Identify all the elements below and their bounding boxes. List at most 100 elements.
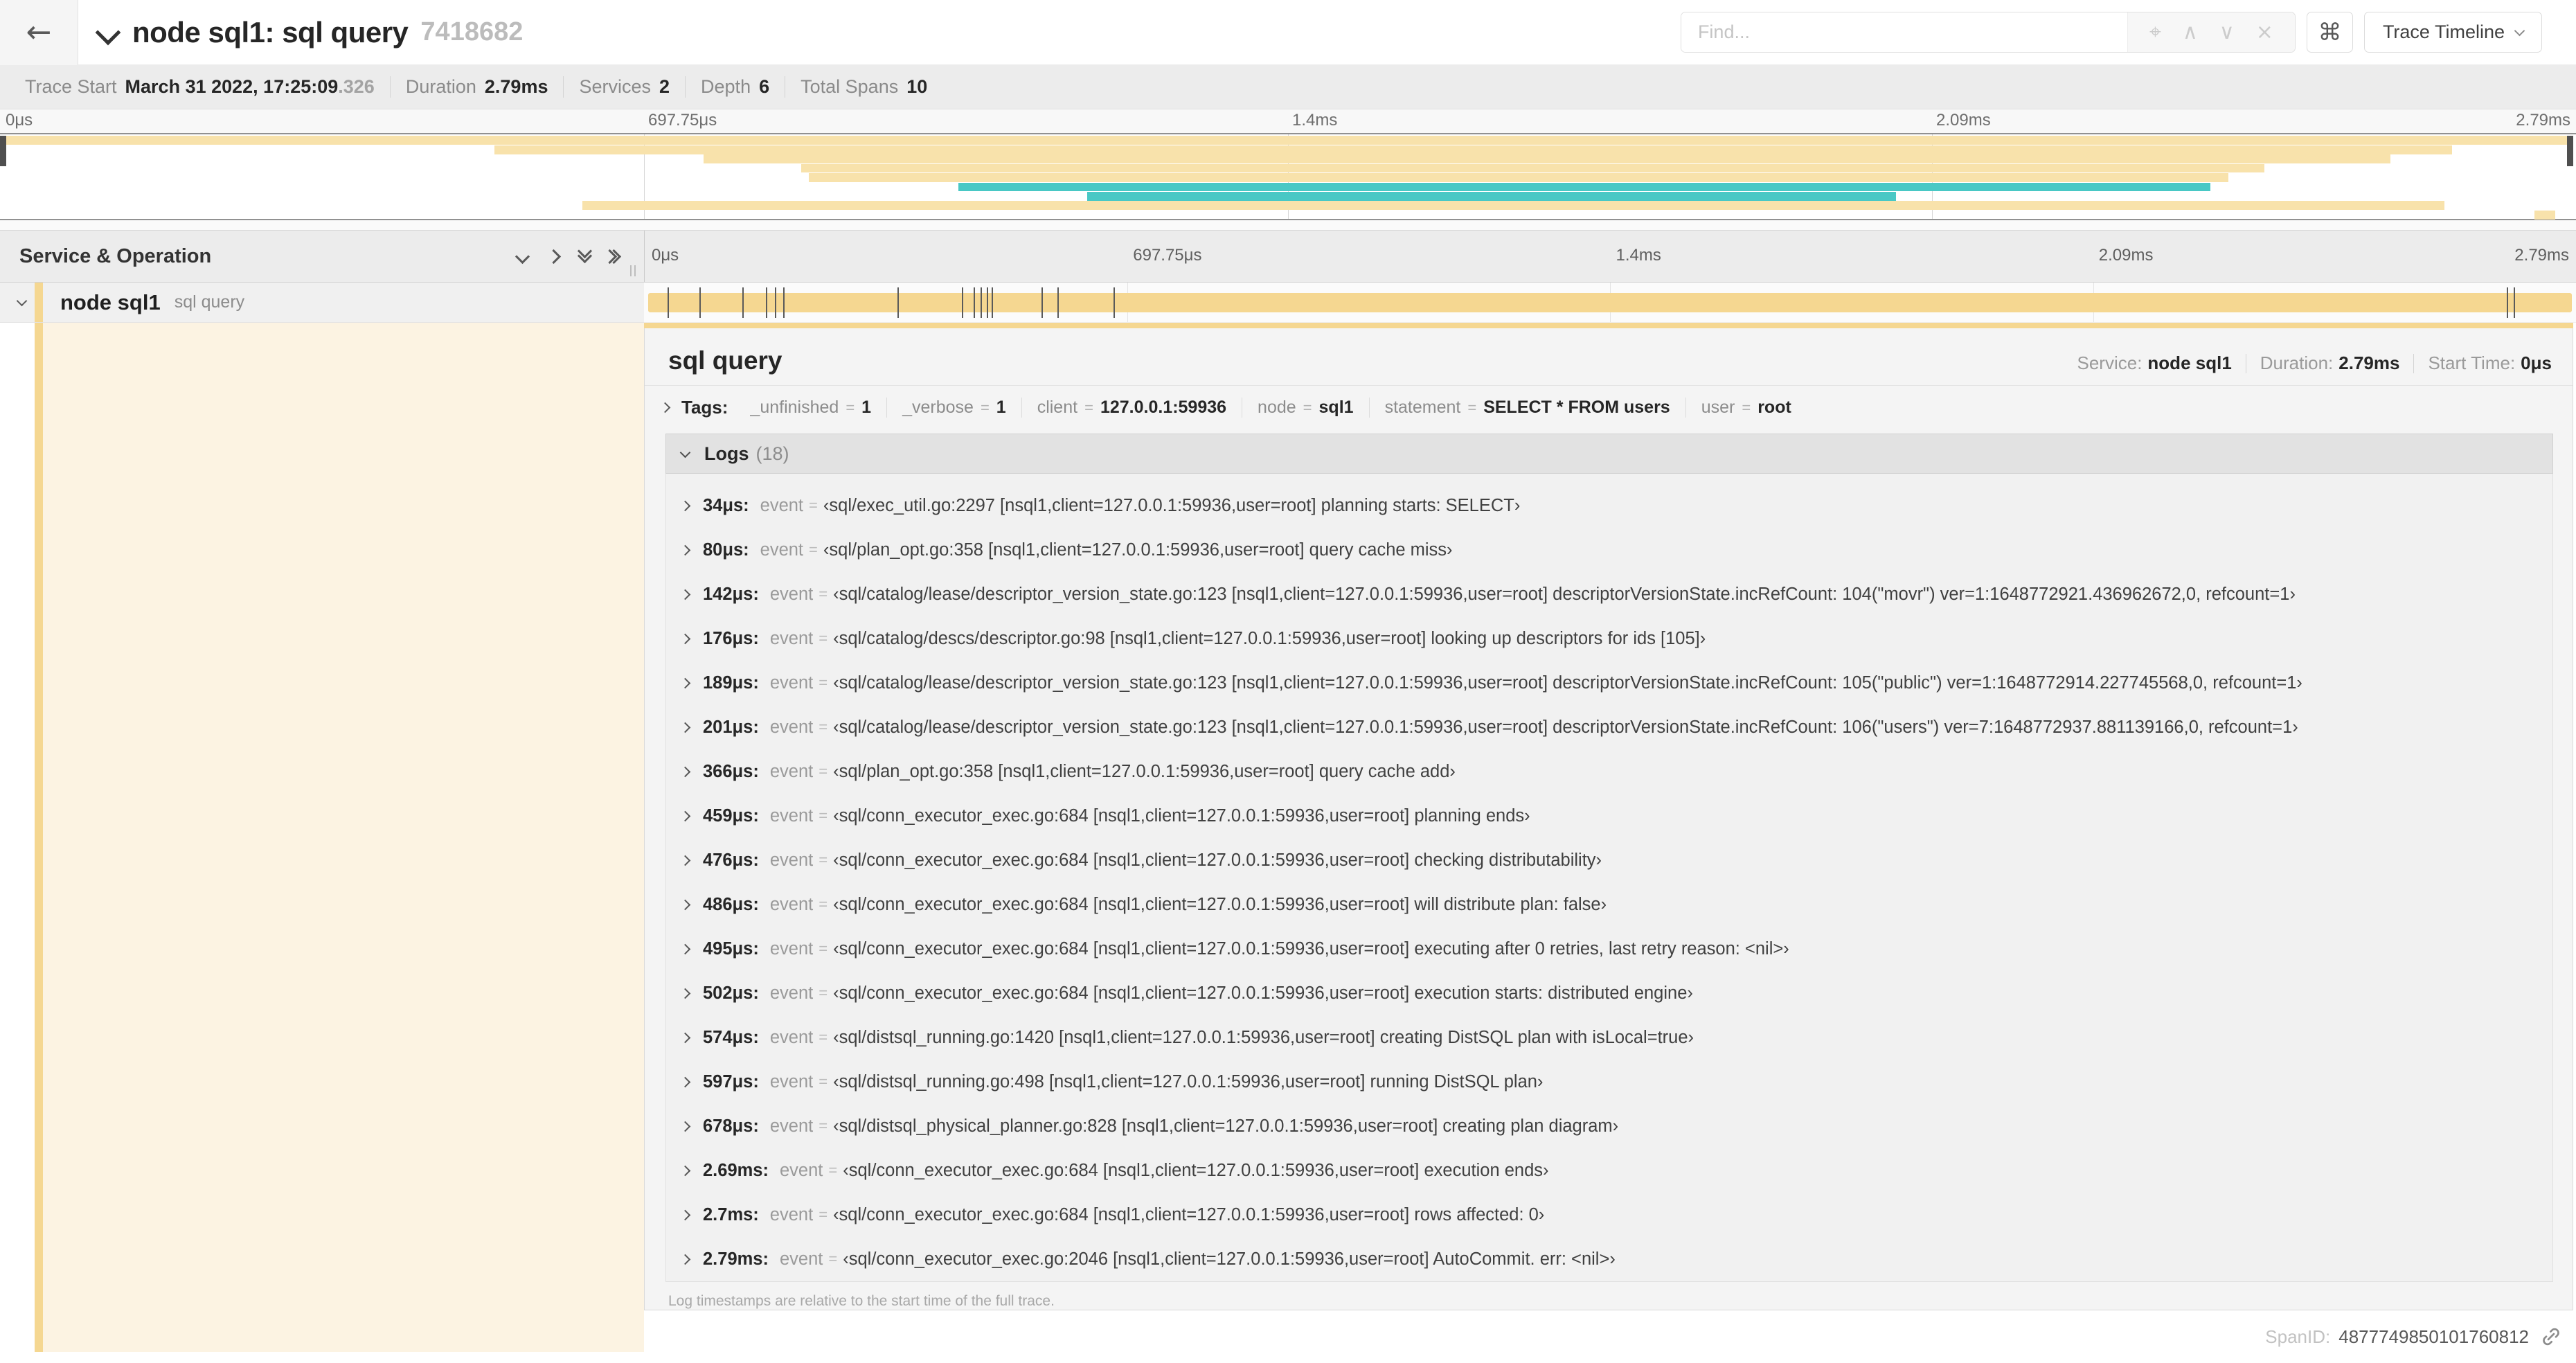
column-resize-grip[interactable] [630,265,636,276]
log-row[interactable]: 34μs: event = ‹sql/exec_util.go:2297 [ns… [666,483,2552,528]
log-row[interactable]: 142μs: event = ‹sql/catalog/lease/descri… [666,572,2552,616]
log-expand-chevron-icon[interactable] [679,500,691,511]
equals-sign: = [1084,399,1093,416]
span-detail-header: sql query Service: node sql1 Duration: 2… [645,328,2573,385]
next-match-icon[interactable]: ∨ [2219,20,2235,44]
span-name-cell[interactable]: node sql1 sql query [0,283,644,323]
log-expand-chevron-icon[interactable] [679,1254,691,1265]
collapse-all-icon[interactable] [577,243,593,264]
log-expand-chevron-icon[interactable] [679,1032,691,1043]
log-expand-chevron-icon[interactable] [679,766,691,777]
equals-sign: = [819,940,828,957]
minimap-span-bar [1086,191,1896,201]
back-button[interactable]: ← [0,0,78,65]
log-row[interactable]: 476μs: event = ‹sql/conn_executor_exec.g… [666,838,2552,882]
log-row[interactable]: 80μs: event = ‹sql/plan_opt.go:358 [nsql… [666,528,2552,572]
logs-accordion-header[interactable]: Logs (18) [665,434,2553,474]
log-row[interactable]: 495μs: event = ‹sql/conn_executor_exec.g… [666,927,2552,971]
command-icon: ⌘ [2318,18,2342,46]
duration-label: Duration: [2260,353,2334,373]
equals-sign: = [819,1206,828,1223]
log-expand-chevron-icon[interactable] [679,855,691,866]
log-expand-chevron-icon[interactable] [679,988,691,999]
log-row[interactable]: 2.79ms: event = ‹sql/conn_executor_exec.… [666,1237,2552,1281]
log-timestamp: 486μs: [703,894,759,914]
tag-key: node [1258,398,1296,417]
log-expand-chevron-icon[interactable] [679,677,691,688]
log-expand-chevron-icon[interactable] [679,1121,691,1132]
trace-minimap[interactable] [0,133,2576,220]
log-row[interactable]: 366μs: event = ‹sql/plan_opt.go:358 [nsq… [666,749,2552,794]
log-row[interactable]: 678μs: event = ‹sql/distsql_physical_pla… [666,1104,2552,1148]
tags-row[interactable]: Tags: _unfinished = 1 _verbose = 1 clien… [645,385,2573,429]
log-row[interactable]: 2.7ms: event = ‹sql/conn_executor_exec.g… [666,1193,2552,1237]
span-duration-bar[interactable] [648,293,2572,312]
equals-sign: = [819,763,828,780]
collapse-one-icon[interactable] [515,249,530,264]
log-expand-chevron-icon[interactable] [679,1076,691,1087]
equals-sign: = [809,497,818,514]
log-key: event [760,540,804,560]
clear-find-icon[interactable]: × [2256,20,2273,44]
log-row[interactable]: 486μs: event = ‹sql/conn_executor_exec.g… [666,882,2552,927]
keyboard-shortcuts-button[interactable]: ⌘ [2306,12,2353,53]
collapse-trace-chevron-icon[interactable] [95,19,121,45]
log-row[interactable]: 574μs: event = ‹sql/distsql_running.go:1… [666,1015,2552,1060]
log-row[interactable]: 597μs: event = ‹sql/distsql_running.go:4… [666,1060,2552,1104]
log-expand-chevron-icon[interactable] [679,899,691,910]
copy-link-icon[interactable] [2540,1326,2562,1348]
log-marker-tick [961,287,963,318]
duration-value: 2.79ms [2338,353,2400,373]
find-suffix-controls: ⌖ ∧ ∨ × [2127,12,2295,52]
meta-value: March 31 2022, 17:25:09 [125,76,339,97]
log-timestamp: 459μs: [703,805,759,826]
meta-label: Duration [405,76,476,97]
equals-sign: = [1467,399,1477,416]
minimap-span-bar [958,182,2210,192]
log-expand-chevron-icon[interactable] [679,810,691,821]
log-key: event [769,584,814,604]
expand-one-icon[interactable] [546,249,562,264]
minimap-tick-label: 2.09ms [1936,111,1991,130]
log-expand-chevron-icon[interactable] [679,943,691,954]
equals-sign: = [819,1028,828,1046]
log-expand-chevron-icon[interactable] [679,633,691,644]
log-key: event [769,850,814,870]
locate-icon[interactable]: ⌖ [2149,20,2161,44]
log-expand-chevron-icon[interactable] [679,544,691,555]
log-row[interactable]: 459μs: event = ‹sql/conn_executor_exec.g… [666,794,2552,838]
log-expand-chevron-icon[interactable] [679,722,691,733]
log-key: event [769,1071,814,1092]
log-row[interactable]: 201μs: event = ‹sql/catalog/lease/descri… [666,705,2552,749]
log-row[interactable]: 2.69ms: event = ‹sql/conn_executor_exec.… [666,1148,2552,1193]
log-timestamp: 2.79ms: [703,1249,769,1269]
trace-meta-item: Trace Start March 31 2022, 17:25:09 .326 [10,76,390,98]
minimap-span-bar [582,201,2445,211]
log-expand-chevron-icon[interactable] [679,1209,691,1220]
tag-key: _verbose [902,398,974,417]
log-marker-tick [774,287,776,318]
log-row[interactable]: 176μs: event = ‹sql/catalog/descs/descri… [666,616,2552,661]
log-value: ‹sql/conn_executor_exec.go:684 [nsql1,cl… [833,1204,1545,1224]
log-timestamp: 678μs: [703,1116,759,1136]
log-value: ‹sql/conn_executor_exec.go:684 [nsql1,cl… [833,805,1530,826]
log-row[interactable]: 502μs: event = ‹sql/conn_executor_exec.g… [666,971,2552,1015]
span-row[interactable]: node sql1 sql query [0,283,2576,323]
span-bar-cell[interactable] [644,283,2576,323]
prev-match-icon[interactable]: ∧ [2183,20,2198,44]
minimap-left-scrubber[interactable] [0,136,6,166]
log-timestamp: 201μs: [703,717,759,737]
expand-all-icon[interactable] [602,249,622,264]
view-select-button[interactable]: Trace Timeline [2363,12,2542,53]
span-collapse-chevron-icon[interactable] [16,295,28,307]
log-key: event [769,717,814,737]
log-expand-chevron-icon[interactable] [679,1165,691,1176]
span-id-value: 4877749850101760812 [2338,1326,2529,1347]
minimap-right-scrubber[interactable] [2567,136,2573,166]
find-input[interactable] [1681,12,2127,52]
trace-id: 7418682 [420,17,524,46]
logs-collapse-chevron-icon[interactable] [679,447,691,458]
tags-expand-chevron-icon[interactable] [659,402,671,413]
log-row[interactable]: 189μs: event = ‹sql/catalog/lease/descri… [666,661,2552,705]
log-expand-chevron-icon[interactable] [679,589,691,600]
